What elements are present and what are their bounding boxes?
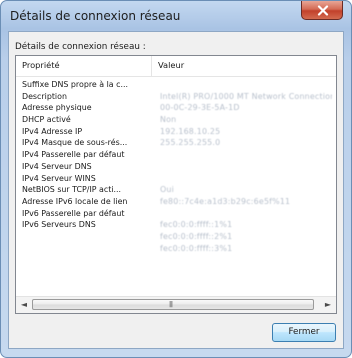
property-cell: IPv4 Serveur WINS [22,173,96,183]
value-cell: 00-0C-29-3E-5A-1D [160,103,240,113]
value-cell: fec0:0:0:ffff::2%1 [160,231,233,241]
window-close-button[interactable] [301,1,343,20]
property-cell: Suffixe DNS propre à la c... [22,80,129,89]
horizontal-scrollbar[interactable]: ◄ ||| ► [16,296,336,313]
column-header-value[interactable]: Valeur [152,56,336,76]
dialog-window: Détails de connexion réseau Détails de c… [0,0,352,358]
window-title: Détails de connexion réseau [10,9,181,23]
table-row[interactable]: NetBIOS sur TCP/IP acti... Oui [16,184,336,196]
property-cell: Adresse physique [22,103,92,113]
table-row[interactable]: IPv4 Masque de sous-rés... 255.255.255.0 [16,137,336,149]
property-cell: DHCP activé [22,115,71,125]
property-cell: IPv4 Masque de sous-rés... [22,138,128,148]
property-cell: IPv4 Passerelle par défaut [22,150,125,160]
property-cell: Adresse IPv6 locale de lien [22,196,128,206]
property-cell: IPv4 Adresse IP [22,126,83,136]
value-cell: fe80::7c4e:a1d3:b29c:6e5f%11 [160,196,291,206]
property-cell: Description [22,91,67,101]
table-row[interactable]: IPv4 Serveur WINS [16,173,336,185]
dialog-client-area: Détails de connexion réseau : Propriété … [8,31,344,349]
value-cell: Intel(R) PRO/1000 MT Network Connection [160,91,332,101]
list-header: Propriété Valeur [16,56,336,77]
value-cell: Non [160,115,177,125]
value-cell: 192.168.10.25 [160,126,221,136]
property-cell: IPv6 Passerelle par défaut [22,208,125,218]
table-row[interactable]: IPv6 Serveurs DNS fec0:0:0:ffff::1%1 [16,219,336,231]
property-cell: IPv4 Serveur DNS [22,161,92,171]
table-row[interactable]: Description Intel(R) PRO/1000 MT Network … [16,91,336,103]
grip-icon: ||| [169,301,173,308]
table-row[interactable]: Suffixe DNS propre à la c... [16,79,336,91]
table-row[interactable]: IPv6 Passerelle par défaut [16,208,336,220]
property-cell: NetBIOS sur TCP/IP acti... [22,185,122,195]
value-cell: Oui [160,185,175,195]
details-list[interactable]: Propriété Valeur Suffixe DNS propre à la… [15,55,337,314]
scroll-right-icon[interactable]: ► [323,300,333,310]
close-icon [317,5,329,16]
value-cell: fec0:0:0:ffff::1%1 [160,220,233,230]
table-row[interactable]: DHCP activé Non [16,114,336,126]
list-rows: Suffixe DNS propre à la c... Description… [16,79,336,254]
scrollbar-thumb[interactable]: ||| [32,299,314,310]
list-caption: Détails de connexion réseau : [15,42,146,52]
table-row[interactable]: Adresse physique 00-0C-29-3E-5A-1D [16,102,336,114]
table-row[interactable]: Adresse IPv6 locale de lien fe80::7c4e:a1… [16,196,336,208]
table-row[interactable]: IPv4 Passerelle par défaut [16,149,336,161]
column-header-property[interactable]: Propriété [16,56,152,76]
scroll-left-icon[interactable]: ◄ [19,300,29,310]
table-row[interactable]: IPv4 Serveur DNS [16,161,336,173]
close-button[interactable]: Fermer [272,323,336,342]
value-cell: 255.255.255.0 [160,138,221,148]
table-row[interactable]: fec0:0:0:ffff::2%1 [16,231,336,243]
table-row[interactable]: fec0:0:0:ffff::3%1 [16,243,336,255]
title-bar[interactable]: Détails de connexion réseau [1,1,351,31]
table-row[interactable]: IPv4 Adresse IP 192.168.10.25 [16,126,336,138]
value-cell: fec0:0:0:ffff::3%1 [160,243,233,253]
property-cell: IPv6 Serveurs DNS [22,220,96,230]
